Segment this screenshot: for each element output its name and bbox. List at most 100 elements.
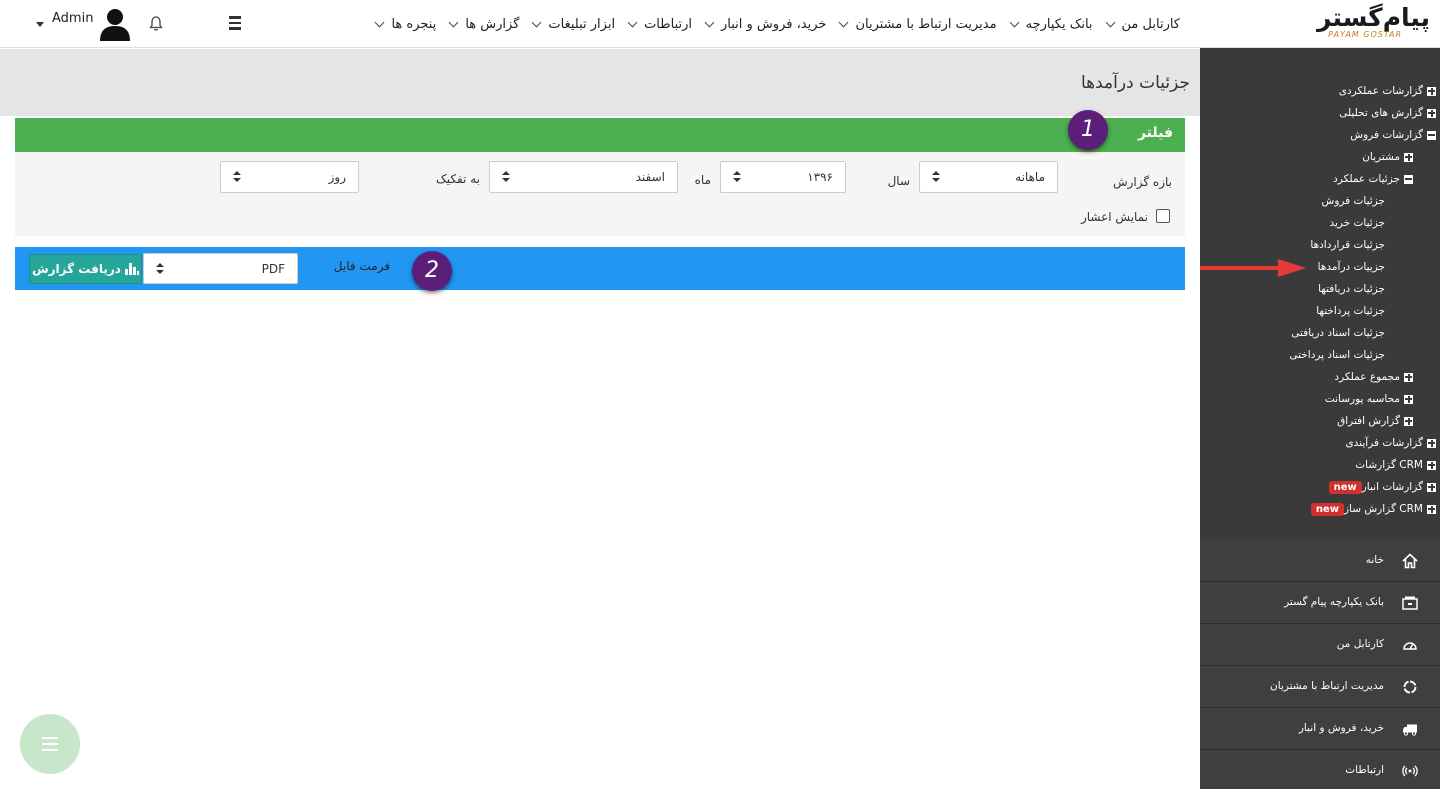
tree-label: جزئیات فروش <box>1321 195 1386 207</box>
tree-label: گزارشات عملکردی <box>1338 85 1423 97</box>
tree-item-divergence-report[interactable]: گزارش افتراق <box>1337 410 1413 432</box>
period-value: ماهانه <box>1015 170 1045 184</box>
tree-item-customers[interactable]: مشتریان <box>1362 146 1413 168</box>
tree-item-contract-details[interactable]: جزئیات قراردادها <box>1310 234 1385 256</box>
year-select[interactable]: ۱۳۹۶ <box>720 161 846 193</box>
menu-advertising-tools[interactable]: ابزار تبلیغات <box>531 17 615 32</box>
file-format-label: فرمت فایل <box>333 259 390 273</box>
tree-label: جزئیات عملکرد <box>1333 173 1400 185</box>
page-header: جزئیات درآمدها <box>0 49 1200 116</box>
top-navbar: پیام‌گستر PAYAM GOSTAR کارتابل من بانک ی… <box>0 0 1440 48</box>
tree-item-total-performance[interactable]: مجموع عملکرد <box>1334 366 1413 388</box>
tree-label: گزارش افتراق <box>1337 415 1400 427</box>
avatar-icon <box>100 9 131 41</box>
expand-icon <box>1427 86 1436 96</box>
file-format-select[interactable]: PDF <box>143 253 298 284</box>
user-name: Admin <box>52 10 94 26</box>
chevron-down-icon <box>627 17 638 27</box>
chevron-down-icon <box>531 17 542 27</box>
chevron-down-icon <box>448 17 459 27</box>
menu-crm[interactable]: مدیریت ارتباط با مشتریان <box>839 17 997 32</box>
menu-reports[interactable]: گزارش ها <box>448 17 519 32</box>
breakdown-select[interactable]: روز <box>220 161 359 193</box>
sidebar-item-my-cartable[interactable]: کارتابل من <box>1200 624 1440 666</box>
decimal-label: نمایش اعشار <box>1080 210 1148 224</box>
sidebar-item-home[interactable]: خانه <box>1200 540 1440 582</box>
dashboard-icon <box>1403 642 1417 650</box>
tree-item-commission[interactable]: محاسبه پورسانت <box>1325 388 1413 410</box>
filter-title: فیلتر <box>1137 125 1173 141</box>
sidebar-item-label: خرید، فروش و انبار <box>1298 722 1384 734</box>
tree-label: جزئیات دریافتها <box>1318 283 1385 295</box>
menu-windows[interactable]: پنجره ها <box>374 17 436 32</box>
sidebar-item-communications[interactable]: ارتباطات <box>1200 750 1440 789</box>
select-arrows-icon <box>156 263 164 275</box>
tree-label: جزئیات قراردادها <box>1310 239 1385 251</box>
sidebar-item-integrated-bank[interactable]: بانک یکپارچه پیام گستر <box>1200 582 1440 624</box>
tree-item-performance-reports[interactable]: گزارشات عملکردی <box>1339 80 1436 102</box>
month-select[interactable]: اسفند <box>489 161 678 193</box>
select-arrows-icon <box>502 171 510 183</box>
tree-item-payment-details[interactable]: جزئیات پرداختها <box>1316 300 1385 322</box>
menu-integrated-bank[interactable]: بانک یکپارچه <box>1009 16 1093 32</box>
expand-icon <box>1404 416 1413 426</box>
decimal-checkbox[interactable] <box>1156 209 1170 223</box>
sidebar-item-purchase-sales[interactable]: خرید، فروش و انبار <box>1200 708 1440 750</box>
menu-my-cartable[interactable]: کارتابل من <box>1105 17 1180 32</box>
expand-icon <box>1427 108 1436 118</box>
menu-label: بانک یکپارچه <box>1025 16 1093 32</box>
menu-purchase-sales[interactable]: خرید، فروش و انبار <box>704 17 826 32</box>
breakdown-label: به تفکیک <box>436 172 480 186</box>
sidebar-item-label: بانک یکپارچه پیام گستر <box>1284 596 1384 608</box>
collapse-icon <box>1404 174 1413 184</box>
main-menu: کارتابل من بانک یکپارچه مدیریت ارتباط با… <box>362 0 1180 48</box>
tree-item-purchase-details[interactable]: جزئیات خرید <box>1329 212 1385 234</box>
filter-header[interactable]: فیلتر <box>15 118 1185 152</box>
select-arrows-icon <box>233 171 241 183</box>
hamburger-menu-icon[interactable] <box>229 16 241 30</box>
file-format-value: PDF <box>261 262 285 276</box>
chevron-down-icon <box>839 17 849 27</box>
tree-label: مجموع عملکرد <box>1334 371 1400 383</box>
tree-label: مشتریان <box>1362 151 1400 163</box>
export-bar: فرمت فایل PDF دریافت گزارش <box>15 247 1185 290</box>
tree-label: گزارشات انبار <box>1361 481 1423 493</box>
tree-item-received-docs-details[interactable]: جزئیات اسناد دریافتی <box>1291 322 1385 344</box>
filter-panel: فیلتر بازه گزارش ماهانه سال ۱۳۹۶ ماه اسف… <box>15 118 1185 236</box>
tree-item-performance-details[interactable]: جزئیات عملکرد <box>1333 168 1413 190</box>
month-value: اسفند <box>635 170 665 184</box>
payam-gostar-logo[interactable]: پیام‌گستر PAYAM GOSTAR <box>1308 4 1430 40</box>
tree-item-warehouse-reports[interactable]: گزارشات انبار new <box>1325 476 1436 498</box>
tree-item-receipt-details[interactable]: جزئیات دریافتها <box>1318 278 1385 300</box>
tree-item-paid-docs-details[interactable]: جزئیات اسناد پرداختی <box>1289 344 1385 366</box>
get-report-label: دریافت گزارش <box>32 262 121 276</box>
caret-down-icon <box>36 21 44 27</box>
annotation-arrow-icon <box>1200 259 1306 277</box>
floating-menu-button[interactable] <box>20 714 80 774</box>
sidebar-item-crm[interactable]: مدیریت ارتباط با مشتریان <box>1200 666 1440 708</box>
get-report-button[interactable]: دریافت گزارش <box>29 254 142 284</box>
tree-item-crm-report-builder[interactable]: گزارش ساز CRM new <box>1307 498 1436 520</box>
sidebar-item-label: ارتباطات <box>1345 764 1384 776</box>
tree-item-analytic-reports[interactable]: گزارش های تحلیلی <box>1339 102 1436 124</box>
bell-icon[interactable] <box>148 15 164 32</box>
expand-icon <box>1427 482 1436 492</box>
tree-label: جزئیات پرداختها <box>1316 305 1385 317</box>
tree-item-sales-details[interactable]: جزئیات فروش <box>1322 190 1386 212</box>
tree-item-income-details[interactable]: جزییات درآمدها <box>1318 256 1385 278</box>
collapse-icon <box>1427 130 1436 140</box>
user-menu[interactable]: Admin <box>36 6 131 42</box>
menu-communications[interactable]: ارتباطات <box>627 17 692 32</box>
chevron-down-icon <box>704 17 715 27</box>
step-1-badge: 1 <box>1068 110 1108 150</box>
expand-icon <box>1404 394 1413 404</box>
tree-item-process-reports[interactable]: گزارشات فرآیندی <box>1345 432 1436 454</box>
tree-item-sales-reports[interactable]: گزارشات فروش <box>1350 124 1436 146</box>
period-select[interactable]: ماهانه <box>919 161 1058 193</box>
tree-label: جزییات درآمدها <box>1317 261 1385 273</box>
tree-item-crm-reports[interactable]: گزارشات CRM <box>1355 454 1436 476</box>
step-2-badge: 2 <box>412 251 452 291</box>
tree-label: محاسبه پورسانت <box>1324 393 1400 405</box>
year-label: سال <box>887 174 910 188</box>
select-arrows-icon <box>932 171 940 183</box>
